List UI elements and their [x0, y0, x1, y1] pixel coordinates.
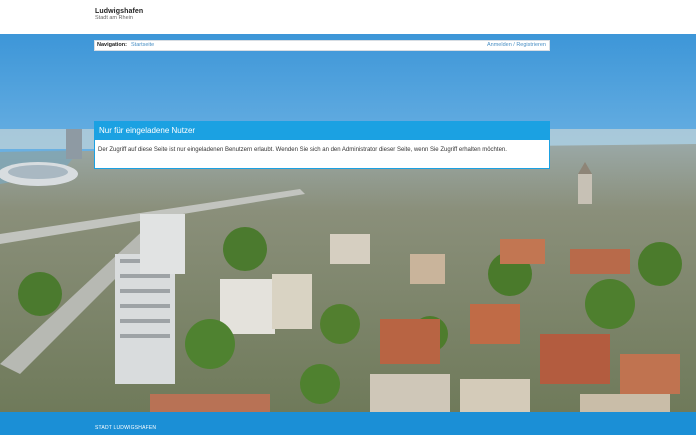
city-panorama-image — [0, 34, 696, 412]
site-footer: STADT LUDWIGSHAFEN — [0, 412, 696, 435]
access-notice-panel: Nur für eingeladene Nutzer Der Zugriff a… — [94, 121, 550, 169]
notice-message: Der Zugriff auf diese Seite ist nur eing… — [98, 147, 507, 153]
nav-link-home[interactable]: Startseite — [131, 41, 154, 50]
footer-text: STADT LUDWIGSHAFEN — [95, 425, 157, 431]
login-register-link[interactable]: Anmelden / Registrieren — [487, 41, 546, 50]
navigation-label: Navigation: — [97, 42, 127, 48]
logo-title: Ludwigshafen — [95, 8, 144, 15]
site-header: Ludwigshafen Stadt am Rhein — [0, 0, 696, 34]
site-logo[interactable]: Ludwigshafen Stadt am Rhein — [95, 8, 143, 22]
logo-subtitle: Stadt am Rhein — [95, 15, 133, 21]
notice-title: Nur für eingeladene Nutzer — [95, 122, 549, 140]
navigation-bar: Navigation: Startseite Anmelden / Regist… — [94, 40, 550, 51]
